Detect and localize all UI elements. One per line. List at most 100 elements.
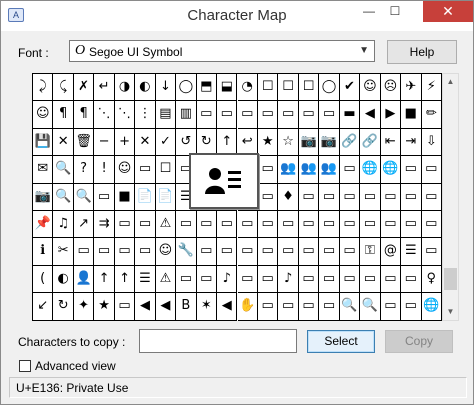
character-cell[interactable]: ✈ xyxy=(401,74,422,102)
character-cell[interactable]: ( xyxy=(33,265,54,294)
character-cell[interactable]: ◐ xyxy=(53,265,74,294)
character-cell[interactable]: ▭ xyxy=(421,238,442,266)
character-cell[interactable]: 👥 xyxy=(278,156,299,184)
character-cell[interactable]: ⚠ xyxy=(155,211,177,239)
character-cell[interactable]: ↑ xyxy=(114,265,136,294)
character-cell[interactable]: ▭ xyxy=(319,211,340,239)
character-cell[interactable]: ✓ xyxy=(155,128,177,157)
character-cell[interactable]: ▭ xyxy=(257,211,279,239)
character-cell[interactable]: 🔍 xyxy=(73,183,95,211)
character-cell[interactable]: 🔍 xyxy=(53,183,74,211)
character-cell[interactable]: ▭ xyxy=(380,265,402,294)
character-cell[interactable]: 📷 xyxy=(319,128,340,157)
character-cell[interactable]: ✉ xyxy=(33,156,54,184)
character-cell[interactable]: ¶ xyxy=(53,101,74,129)
character-cell[interactable]: ▭ xyxy=(196,265,218,294)
character-cell[interactable]: ℹ xyxy=(33,238,54,266)
character-cell[interactable]: ✶ xyxy=(196,293,218,321)
character-cell[interactable]: ¶ xyxy=(73,101,95,129)
character-cell[interactable]: ▭ xyxy=(73,238,95,266)
character-cell[interactable]: ▭ xyxy=(257,101,279,129)
character-cell[interactable]: ✋ xyxy=(237,293,258,321)
character-cell[interactable]: ☆ xyxy=(278,128,299,157)
character-cell[interactable]: ☺ xyxy=(114,156,136,184)
character-cell[interactable]: 📄 xyxy=(155,183,177,211)
character-cell[interactable]: 🔗 xyxy=(360,128,381,157)
character-cell[interactable]: ▭ xyxy=(401,293,422,321)
character-cell[interactable]: ⇉ xyxy=(94,211,115,239)
character-cell[interactable]: ▭ xyxy=(217,101,238,129)
character-cell[interactable]: ✗ xyxy=(73,74,95,102)
character-cell[interactable]: ▭ xyxy=(319,183,340,211)
character-cell[interactable]: ▭ xyxy=(319,238,340,266)
character-cell[interactable]: ▭ xyxy=(114,211,136,239)
character-cell[interactable]: ▭ xyxy=(401,265,422,294)
character-cell[interactable]: ⇤ xyxy=(380,128,402,157)
character-cell[interactable]: ▭ xyxy=(135,156,156,184)
character-cell[interactable]: ◀ xyxy=(217,293,238,321)
character-cell[interactable]: ▭ xyxy=(339,211,361,239)
character-cell[interactable]: ▭ xyxy=(237,238,258,266)
character-cell[interactable]: ♀ xyxy=(421,265,442,294)
character-cell[interactable]: 📷 xyxy=(33,183,54,211)
character-cell[interactable]: ★ xyxy=(257,128,279,157)
character-cell[interactable]: ▭ xyxy=(237,265,258,294)
character-cell[interactable]: ⚡ xyxy=(421,74,442,102)
title-bar[interactable]: A Character Map — ☐ ✕ xyxy=(1,1,473,31)
character-cell[interactable]: ▭ xyxy=(217,211,238,239)
character-cell[interactable]: ▶ xyxy=(380,101,402,129)
character-cell[interactable]: 🔧 xyxy=(176,238,197,266)
character-cell[interactable]: ▭ xyxy=(257,238,279,266)
character-cell[interactable]: ▭ xyxy=(196,211,218,239)
character-cell[interactable]: ▭ xyxy=(339,265,361,294)
character-cell[interactable]: ☐ xyxy=(278,74,299,102)
character-cell[interactable]: 🌐 xyxy=(421,293,442,321)
character-cell[interactable]: ▭ xyxy=(176,211,197,239)
character-cell[interactable]: ▭ xyxy=(298,265,320,294)
character-cell[interactable]: ▭ xyxy=(298,238,320,266)
character-cell[interactable]: ◔ xyxy=(237,74,258,102)
minimize-button[interactable]: — xyxy=(356,1,382,22)
character-cell[interactable]: ★ xyxy=(94,293,115,321)
character-cell[interactable]: ⤹ xyxy=(53,74,74,102)
character-cell[interactable]: ⬓ xyxy=(217,74,238,102)
scroll-down-arrow-icon[interactable]: ▼ xyxy=(443,304,458,320)
character-cell[interactable]: 📌 xyxy=(33,211,54,239)
character-cell[interactable]: ▭ xyxy=(421,156,442,184)
help-button[interactable]: Help xyxy=(387,40,457,64)
character-cell[interactable]: ▭ xyxy=(257,293,279,321)
character-cell[interactable]: ✕ xyxy=(135,128,156,157)
character-cell[interactable]: ▭ xyxy=(339,238,361,266)
maximize-button[interactable]: ☐ xyxy=(382,1,408,22)
character-cell[interactable]: ▭ xyxy=(380,211,402,239)
character-cell[interactable]: ☺ xyxy=(155,238,177,266)
character-cell[interactable]: 🔍 xyxy=(360,293,381,321)
character-cell[interactable]: ▭ xyxy=(421,183,442,211)
character-cell[interactable]: ↗ xyxy=(73,211,95,239)
character-cell[interactable]: 🌐 xyxy=(380,156,402,184)
character-cell[interactable]: ▭ xyxy=(360,265,381,294)
character-cell[interactable]: 📄 xyxy=(135,183,156,211)
character-cell[interactable]: ▭ xyxy=(237,101,258,129)
character-cell[interactable]: ▭ xyxy=(421,211,442,239)
character-cell[interactable]: ▭ xyxy=(401,211,422,239)
character-cell[interactable]: ▤ xyxy=(155,101,177,129)
character-cell[interactable]: ▭ xyxy=(94,238,115,266)
character-cell[interactable]: ▭ xyxy=(339,156,361,184)
character-cell[interactable]: ◐ xyxy=(135,74,156,102)
character-cell[interactable]: 🔍 xyxy=(53,156,74,184)
character-cell[interactable]: ☐ xyxy=(155,156,177,184)
character-cell[interactable]: ⤸ xyxy=(33,74,54,102)
character-cell[interactable]: ▬ xyxy=(339,101,361,129)
character-cell[interactable]: ◀ xyxy=(360,101,381,129)
character-cell[interactable]: ♪ xyxy=(278,265,299,294)
character-cell[interactable]: − xyxy=(94,128,115,157)
font-dropdown[interactable]: O Segoe UI Symbol ▼ xyxy=(69,40,375,62)
character-cell[interactable]: ▭ xyxy=(257,183,279,211)
character-cell[interactable]: ◀ xyxy=(135,293,156,321)
character-cell[interactable]: ◀ xyxy=(155,293,177,321)
characters-to-copy-input[interactable] xyxy=(139,329,297,353)
character-cell[interactable]: ▭ xyxy=(319,101,340,129)
character-cell[interactable]: ▭ xyxy=(278,238,299,266)
character-cell[interactable]: ▭ xyxy=(339,183,361,211)
